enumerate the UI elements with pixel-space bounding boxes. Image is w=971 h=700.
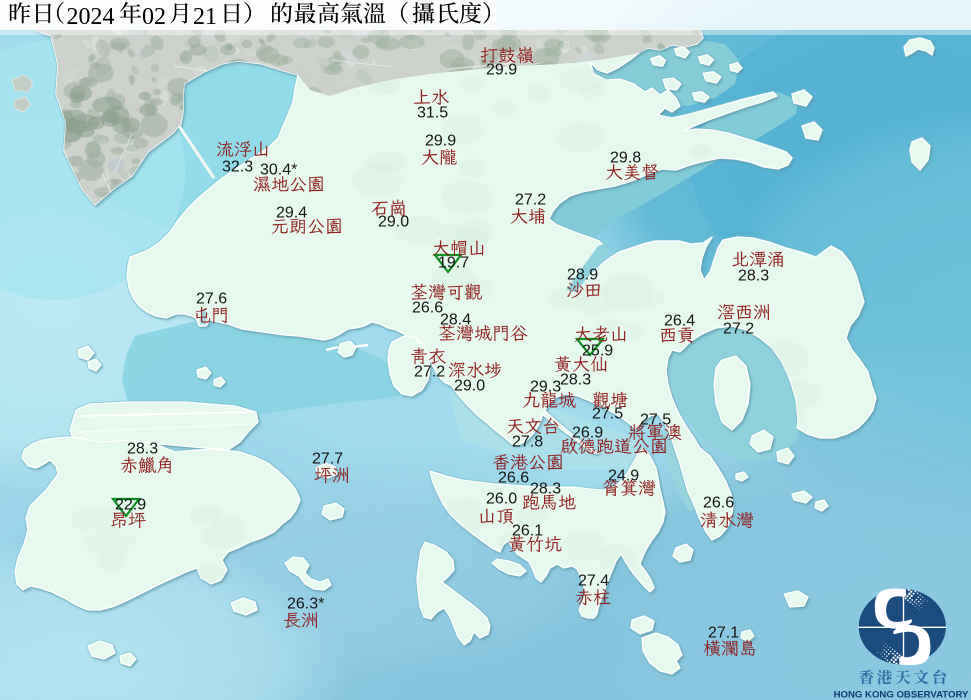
svg-text:27.5: 27.5 (592, 406, 623, 423)
svg-text:26.6: 26.6 (703, 495, 734, 512)
svg-text:28.3: 28.3 (530, 481, 561, 498)
svg-text:29.9: 29.9 (425, 133, 456, 150)
svg-text:26.6: 26.6 (412, 300, 443, 317)
svg-text:26.3*: 26.3* (287, 596, 324, 613)
svg-text:29.4: 29.4 (276, 205, 307, 222)
svg-text:29.0: 29.0 (454, 378, 485, 395)
svg-text:HONG KONG OBSERVATORY: HONG KONG OBSERVATORY (834, 690, 969, 700)
svg-text:25.9: 25.9 (582, 343, 613, 360)
svg-text:27.8: 27.8 (512, 434, 543, 451)
svg-text:27.5: 27.5 (640, 412, 671, 429)
svg-text:24.9: 24.9 (608, 468, 639, 485)
svg-text:27.2: 27.2 (414, 364, 445, 381)
svg-text:29.3: 29.3 (530, 379, 561, 396)
svg-text:26.0: 26.0 (486, 491, 517, 508)
svg-text:29.0: 29.0 (378, 214, 409, 231)
svg-text:30.4*: 30.4* (260, 162, 297, 179)
svg-text:26.9: 26.9 (572, 425, 603, 442)
svg-text:29.8: 29.8 (610, 150, 641, 167)
svg-text:26.6: 26.6 (498, 470, 529, 487)
svg-text:27.7: 27.7 (312, 451, 343, 468)
svg-text:28.3: 28.3 (127, 441, 158, 458)
svg-text:26.1: 26.1 (512, 523, 543, 540)
svg-text:27.1: 27.1 (708, 625, 739, 642)
svg-text:27.2: 27.2 (723, 321, 754, 338)
svg-text:27.4: 27.4 (578, 573, 609, 590)
svg-text:28.3: 28.3 (738, 268, 769, 285)
svg-text:32.3: 32.3 (222, 159, 253, 176)
svg-text:28.3: 28.3 (560, 372, 591, 389)
svg-text:19.7: 19.7 (438, 255, 469, 272)
svg-text:28.4: 28.4 (440, 312, 471, 329)
svg-text:29.9: 29.9 (486, 62, 517, 79)
svg-text:02: 02 (142, 4, 166, 30)
svg-text:21: 21 (193, 4, 217, 30)
svg-text:31.5: 31.5 (417, 105, 448, 122)
svg-text:22.9: 22.9 (115, 497, 146, 514)
svg-text:27.6: 27.6 (196, 291, 227, 308)
svg-text:26.4: 26.4 (664, 313, 695, 330)
svg-text:28.9: 28.9 (567, 267, 598, 284)
svg-text:2024: 2024 (67, 4, 115, 30)
svg-text:27.2: 27.2 (515, 192, 546, 209)
